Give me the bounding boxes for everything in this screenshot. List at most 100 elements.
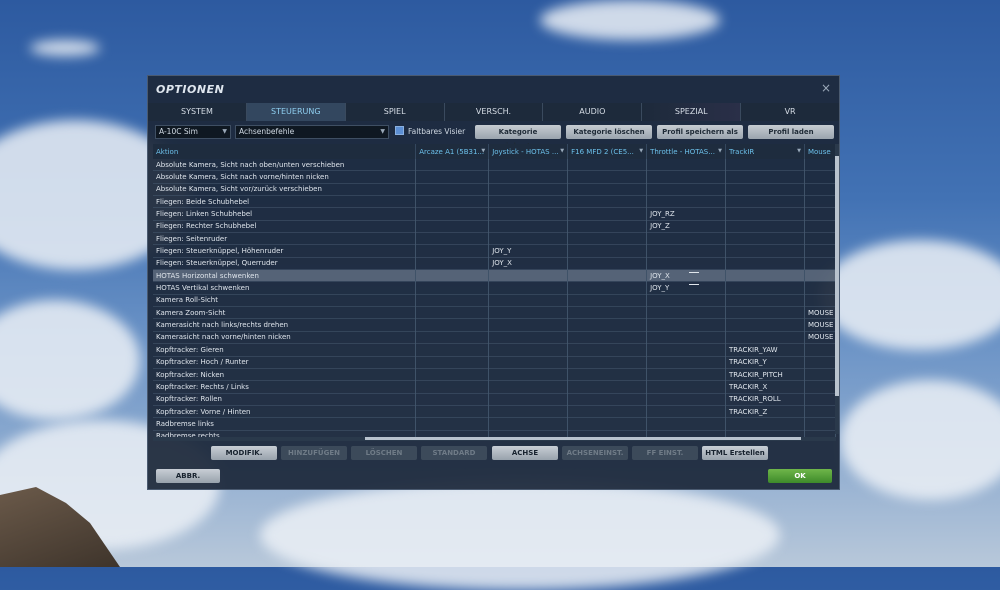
binding-cell[interactable]: [804, 417, 836, 431]
binding-cell[interactable]: [567, 417, 648, 431]
table-row[interactable]: Kamera Roll-Sicht: [153, 294, 836, 308]
action-cell[interactable]: Fliegen: Beide Schubhebel: [153, 195, 417, 209]
binding-cell[interactable]: TRACKIR_X: [725, 380, 805, 394]
binding-cell[interactable]: [804, 220, 836, 234]
bottom-button-achseneinst[interactable]: ACHSENEINST.: [562, 446, 628, 460]
binding-cell[interactable]: [646, 170, 727, 184]
binding-cell[interactable]: [567, 294, 648, 308]
table-row[interactable]: Kamerasicht nach vorne/hinten nicken MOUS…: [153, 331, 836, 345]
binding-cell[interactable]: [804, 170, 836, 184]
binding-cell[interactable]: JOY_Z: [646, 220, 727, 234]
binding-cell[interactable]: [415, 380, 490, 394]
binding-cell[interactable]: [488, 269, 569, 283]
binding-cell[interactable]: [567, 244, 648, 258]
vertical-scroll-thumb[interactable]: [835, 156, 839, 396]
binding-cell[interactable]: [415, 318, 490, 332]
binding-cell[interactable]: [725, 430, 805, 437]
table-row[interactable]: Fliegen: Beide Schubhebel: [153, 195, 836, 209]
table-row[interactable]: Fliegen: Rechter Schubhebel JOY_Z: [153, 220, 836, 234]
action-cell[interactable]: Kopftracker: Rechts / Links: [153, 380, 417, 394]
column-header-device[interactable]: Joystick - HOTAS ... ▼: [488, 144, 569, 159]
chevron-down-icon[interactable]: ▼: [560, 148, 564, 154]
binding-cell[interactable]: [646, 430, 727, 437]
binding-cell[interactable]: [725, 170, 805, 184]
binding-cell[interactable]: [415, 269, 490, 283]
binding-cell[interactable]: JOY_Y: [488, 244, 569, 258]
column-header-device[interactable]: Mouse: [804, 144, 836, 159]
binding-cell[interactable]: [415, 232, 490, 246]
action-cell[interactable]: Fliegen: Seitenruder: [153, 232, 417, 246]
binding-cell[interactable]: [488, 159, 569, 172]
binding-cell[interactable]: [415, 183, 490, 197]
binding-cell[interactable]: [567, 318, 648, 332]
binding-cell[interactable]: [804, 232, 836, 246]
binding-cell[interactable]: [415, 244, 490, 258]
binding-cell[interactable]: TRACKIR_Y: [725, 356, 805, 369]
tab-versch[interactable]: VERSCH.: [444, 103, 544, 121]
binding-cell[interactable]: [415, 331, 490, 345]
binding-cell[interactable]: [488, 220, 569, 234]
binding-cell[interactable]: [415, 343, 490, 357]
binding-cell[interactable]: [415, 405, 490, 419]
action-cell[interactable]: Absolute Kamera, Sicht nach vorne/hinten…: [153, 170, 417, 184]
binding-cell[interactable]: [804, 343, 836, 357]
binding-cell[interactable]: [567, 170, 648, 184]
binding-cell[interactable]: [567, 368, 648, 382]
horizontal-scroll-thumb[interactable]: [365, 437, 801, 440]
binding-cell[interactable]: [725, 220, 805, 234]
binding-cell[interactable]: MOUSE: [804, 318, 836, 332]
binding-cell[interactable]: [567, 306, 648, 320]
table-row[interactable]: Absolute Kamera, Sicht nach vorne/hinten…: [153, 170, 836, 184]
binding-cell[interactable]: [488, 232, 569, 246]
table-row[interactable]: Fliegen: Steuerknüppel, Höhenruder JOY_Y: [153, 244, 836, 258]
binding-cell[interactable]: MOUSE: [804, 306, 836, 320]
action-cell[interactable]: Fliegen: Linken Schubhebel: [153, 207, 417, 221]
binding-cell[interactable]: [567, 281, 648, 295]
binding-cell[interactable]: [567, 195, 648, 209]
binding-cell[interactable]: TRACKIR_Z: [725, 405, 805, 419]
bottom-button-standard[interactable]: STANDARD: [421, 446, 487, 460]
tab-spezial[interactable]: SPEZIAL: [642, 103, 742, 121]
bottom-button-html-erstellen[interactable]: HTML Erstellen: [702, 446, 768, 460]
binding-cell[interactable]: [567, 343, 648, 357]
binding-cell[interactable]: [488, 183, 569, 197]
table-row[interactable]: Kopftracker: Vorne / Hinten TRACKIR_Z: [153, 405, 836, 419]
binding-cell[interactable]: [804, 294, 836, 308]
vertical-scrollbar[interactable]: [835, 144, 839, 434]
binding-cell[interactable]: [804, 183, 836, 197]
binding-cell[interactable]: [804, 405, 836, 419]
binding-cell[interactable]: TRACKIR_PITCH: [725, 368, 805, 382]
table-row[interactable]: Absolute Kamera, Sicht vor/zurück versch…: [153, 183, 836, 197]
binding-cell[interactable]: [567, 356, 648, 369]
action-cell[interactable]: Kopftracker: Nicken: [153, 368, 417, 382]
table-row[interactable]: Kopftracker: Rollen TRACKIR_ROLL: [153, 393, 836, 406]
close-icon[interactable]: ×: [821, 81, 831, 95]
save-profile-button[interactable]: Profil speichern als: [657, 125, 743, 139]
binding-cell[interactable]: JOY_X: [488, 257, 569, 271]
action-cell[interactable]: Kopftracker: Hoch / Runter: [153, 356, 417, 369]
binding-cell[interactable]: [725, 269, 805, 283]
table-row[interactable]: Fliegen: Seitenruder: [153, 232, 836, 246]
binding-cell[interactable]: MOUSE: [804, 331, 836, 345]
table-row[interactable]: HOTAS Horizontal schwenken JOY_X: [153, 269, 836, 283]
table-row[interactable]: HOTAS Vertikal schwenken JOY_Y: [153, 281, 836, 295]
action-cell[interactable]: HOTAS Horizontal schwenken: [153, 269, 417, 283]
binding-cell[interactable]: [488, 430, 569, 437]
binding-cell[interactable]: [646, 417, 727, 431]
binding-cell[interactable]: [725, 281, 805, 295]
faltbares-visier-checkbox[interactable]: [395, 126, 404, 135]
binding-cell[interactable]: [415, 294, 490, 308]
binding-cell[interactable]: [725, 195, 805, 209]
binding-cell[interactable]: JOY_RZ: [646, 207, 727, 221]
bottom-button-hinzufügen[interactable]: HINZUFÜGEN: [281, 446, 347, 460]
binding-cell[interactable]: [646, 393, 727, 406]
action-cell[interactable]: Kamera Zoom-Sicht: [153, 306, 417, 320]
binding-cell[interactable]: [415, 430, 490, 437]
binding-cell[interactable]: [488, 417, 569, 431]
binding-cell[interactable]: [567, 405, 648, 419]
binding-cell[interactable]: [488, 195, 569, 209]
binding-cell[interactable]: [646, 356, 727, 369]
binding-cell[interactable]: [804, 257, 836, 271]
binding-cell[interactable]: [415, 356, 490, 369]
binding-cell[interactable]: [415, 195, 490, 209]
